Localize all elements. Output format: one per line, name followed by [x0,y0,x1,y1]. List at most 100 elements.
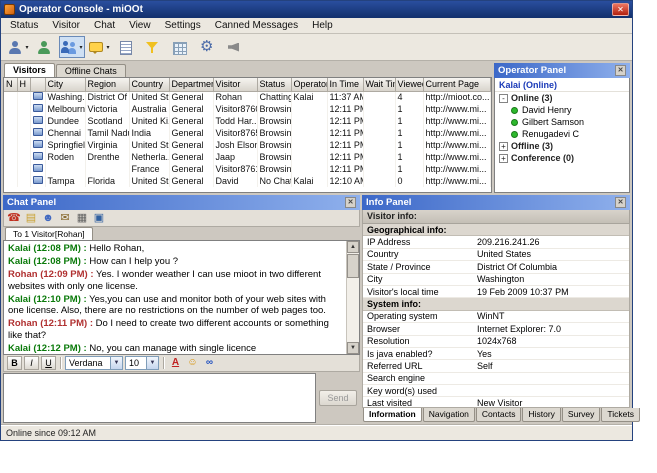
chat-tab-strip: To 1 Visitor[Rohan] [3,227,360,240]
link-icon[interactable]: ∞ [202,356,217,370]
operator-tree-item[interactable]: - Online (3) [495,92,629,104]
menu-settings[interactable]: Settings [158,19,208,32]
window-title: Operator Console - miOOt [19,4,608,15]
info-label: Key word(s) used [363,386,475,396]
tab-history[interactable]: History [522,408,560,422]
tab-visitors[interactable]: Visitors [4,63,55,77]
column-header[interactable] [30,78,45,91]
send-button[interactable]: Send [319,390,357,406]
column-header[interactable]: Status [257,78,291,91]
close-icon[interactable] [615,197,626,208]
visitor-row[interactable]: Springfield Virginia United St... Genera… [4,139,491,151]
tree-expand-icon[interactable]: - [499,94,508,103]
bold-button[interactable]: B [7,356,22,370]
visitor-row[interactable]: Dundee Scotland United Ki... General Tod… [4,115,491,127]
operator-self-status[interactable]: Kalai (Online) [495,78,629,92]
transfer-chat-icon[interactable]: ▤ [24,211,38,225]
menu-visitor[interactable]: Visitor [45,19,87,32]
column-header[interactable]: Current Page [423,78,491,91]
menu-canned-messages[interactable]: Canned Messages [208,19,305,32]
column-header[interactable]: Region [85,78,129,91]
menu-status[interactable]: Status [3,19,45,32]
info-panel: Info Panel Visitor info: Geographical in… [362,195,630,423]
font-select[interactable]: Verdana [65,356,123,370]
filter-button[interactable] [140,36,166,58]
tab-survey[interactable]: Survey [562,408,600,422]
column-header[interactable]: Visitor [213,78,257,91]
scroll-down-icon[interactable] [347,342,359,354]
tab-information[interactable]: Information [363,408,422,422]
visitor-row[interactable]: Melbourne Victoria Australia General Vis… [4,103,491,115]
message-time: (12:12 PM) : [33,343,86,354]
column-header[interactable]: Country [129,78,169,91]
info-row: Geographical info: [363,224,629,236]
chats-button[interactable]: ▾ [86,36,112,58]
column-header[interactable]: Viewed [395,78,423,91]
chat-input[interactable] [3,373,316,423]
column-header[interactable]: City [45,78,85,91]
chat-transcript[interactable]: Kalai (12:08 PM) : Hello Rohan, Kalai (1… [3,240,360,355]
column-header[interactable]: N [4,78,17,91]
email-transcript-icon[interactable]: ✉ [58,211,72,225]
smiley-icon[interactable]: ☺ [185,356,200,370]
tab-navigation[interactable]: Navigation [423,408,475,422]
message-sender: Kalai [8,243,31,254]
tab-offline-chats[interactable]: Offline Chats [56,64,126,77]
visitor-computer-icon [33,152,43,160]
visitor-row[interactable]: Roden Drenthe Netherla... General Jaap B… [4,151,491,163]
visitor-row[interactable]: Washing... District Of C... United St...… [4,91,491,103]
chat-scrollbar[interactable] [346,241,359,354]
column-header[interactable]: In Time [327,78,363,91]
operator-tree-item[interactable]: + Offline (3) [495,140,629,152]
menu-chat[interactable]: Chat [87,19,122,32]
format-toolbar: B I U Verdana 10 A ☺ ∞ [3,355,360,372]
chevron-down-icon[interactable] [146,357,158,369]
visitor-row[interactable]: Tampa Florida United St... General David… [4,175,491,187]
visitor-actions-button[interactable] [32,36,58,58]
operators-button[interactable]: ▾ [59,36,85,58]
info-value: WinNT [475,311,629,321]
print-icon[interactable]: ▦ [75,211,89,225]
close-button[interactable] [612,3,629,16]
close-icon[interactable] [615,65,626,76]
app-window: Operator Console - miOOt Status Visitor … [0,0,633,441]
tab-contacts[interactable]: Contacts [476,408,522,422]
operator-status-button[interactable]: ▾ [5,36,31,58]
font-color-icon[interactable]: A [168,356,183,370]
settings-button[interactable] [194,36,220,58]
operator-tree-item[interactable]: David Henry [495,104,629,116]
visitor-computer-icon [33,164,43,172]
column-header[interactable]: H [17,78,30,91]
menu-help[interactable]: Help [305,19,340,32]
underline-button[interactable]: U [41,356,56,370]
sound-button[interactable] [221,36,247,58]
font-size-select[interactable]: 10 [125,356,159,370]
column-header[interactable]: Wait Time [363,78,395,91]
operator-tree-item[interactable]: Renugadevi C [495,128,629,140]
column-header[interactable]: Department [169,78,213,91]
operator-tree-item[interactable]: Gilbert Samson [495,116,629,128]
chevron-down-icon[interactable] [110,357,122,369]
conference-icon[interactable]: ☻ [41,211,55,225]
menu-view[interactable]: View [122,19,158,32]
scroll-up-icon[interactable] [347,241,359,253]
chat-tab[interactable]: To 1 Visitor[Rohan] [5,227,93,240]
operator-tree-item[interactable]: + Conference (0) [495,152,629,164]
tree-expand-icon[interactable]: + [499,154,508,163]
canned-messages-button[interactable] [113,36,139,58]
info-value: Internet Explorer: 7.0 [475,324,629,334]
close-icon[interactable] [345,197,356,208]
save-transcript-icon[interactable]: ▣ [92,211,106,225]
info-label: Country [363,249,475,259]
visitor-row[interactable]: Chennai Tamil Nadu India General Visitor… [4,127,491,139]
tab-tickets[interactable]: Tickets [601,408,640,422]
reports-button[interactable] [167,36,193,58]
column-header[interactable]: Operator [291,78,327,91]
visitor-row[interactable]: France General Visitor8761 Browsing 12:1… [4,163,491,175]
end-chat-icon[interactable]: ☎ [7,211,21,225]
tree-expand-icon[interactable]: + [499,142,508,151]
toolbar: ▾ ▾ ▾ [1,34,632,61]
italic-button[interactable]: I [24,356,39,370]
scroll-thumb[interactable] [347,254,359,278]
info-label: Operating system [363,311,475,321]
